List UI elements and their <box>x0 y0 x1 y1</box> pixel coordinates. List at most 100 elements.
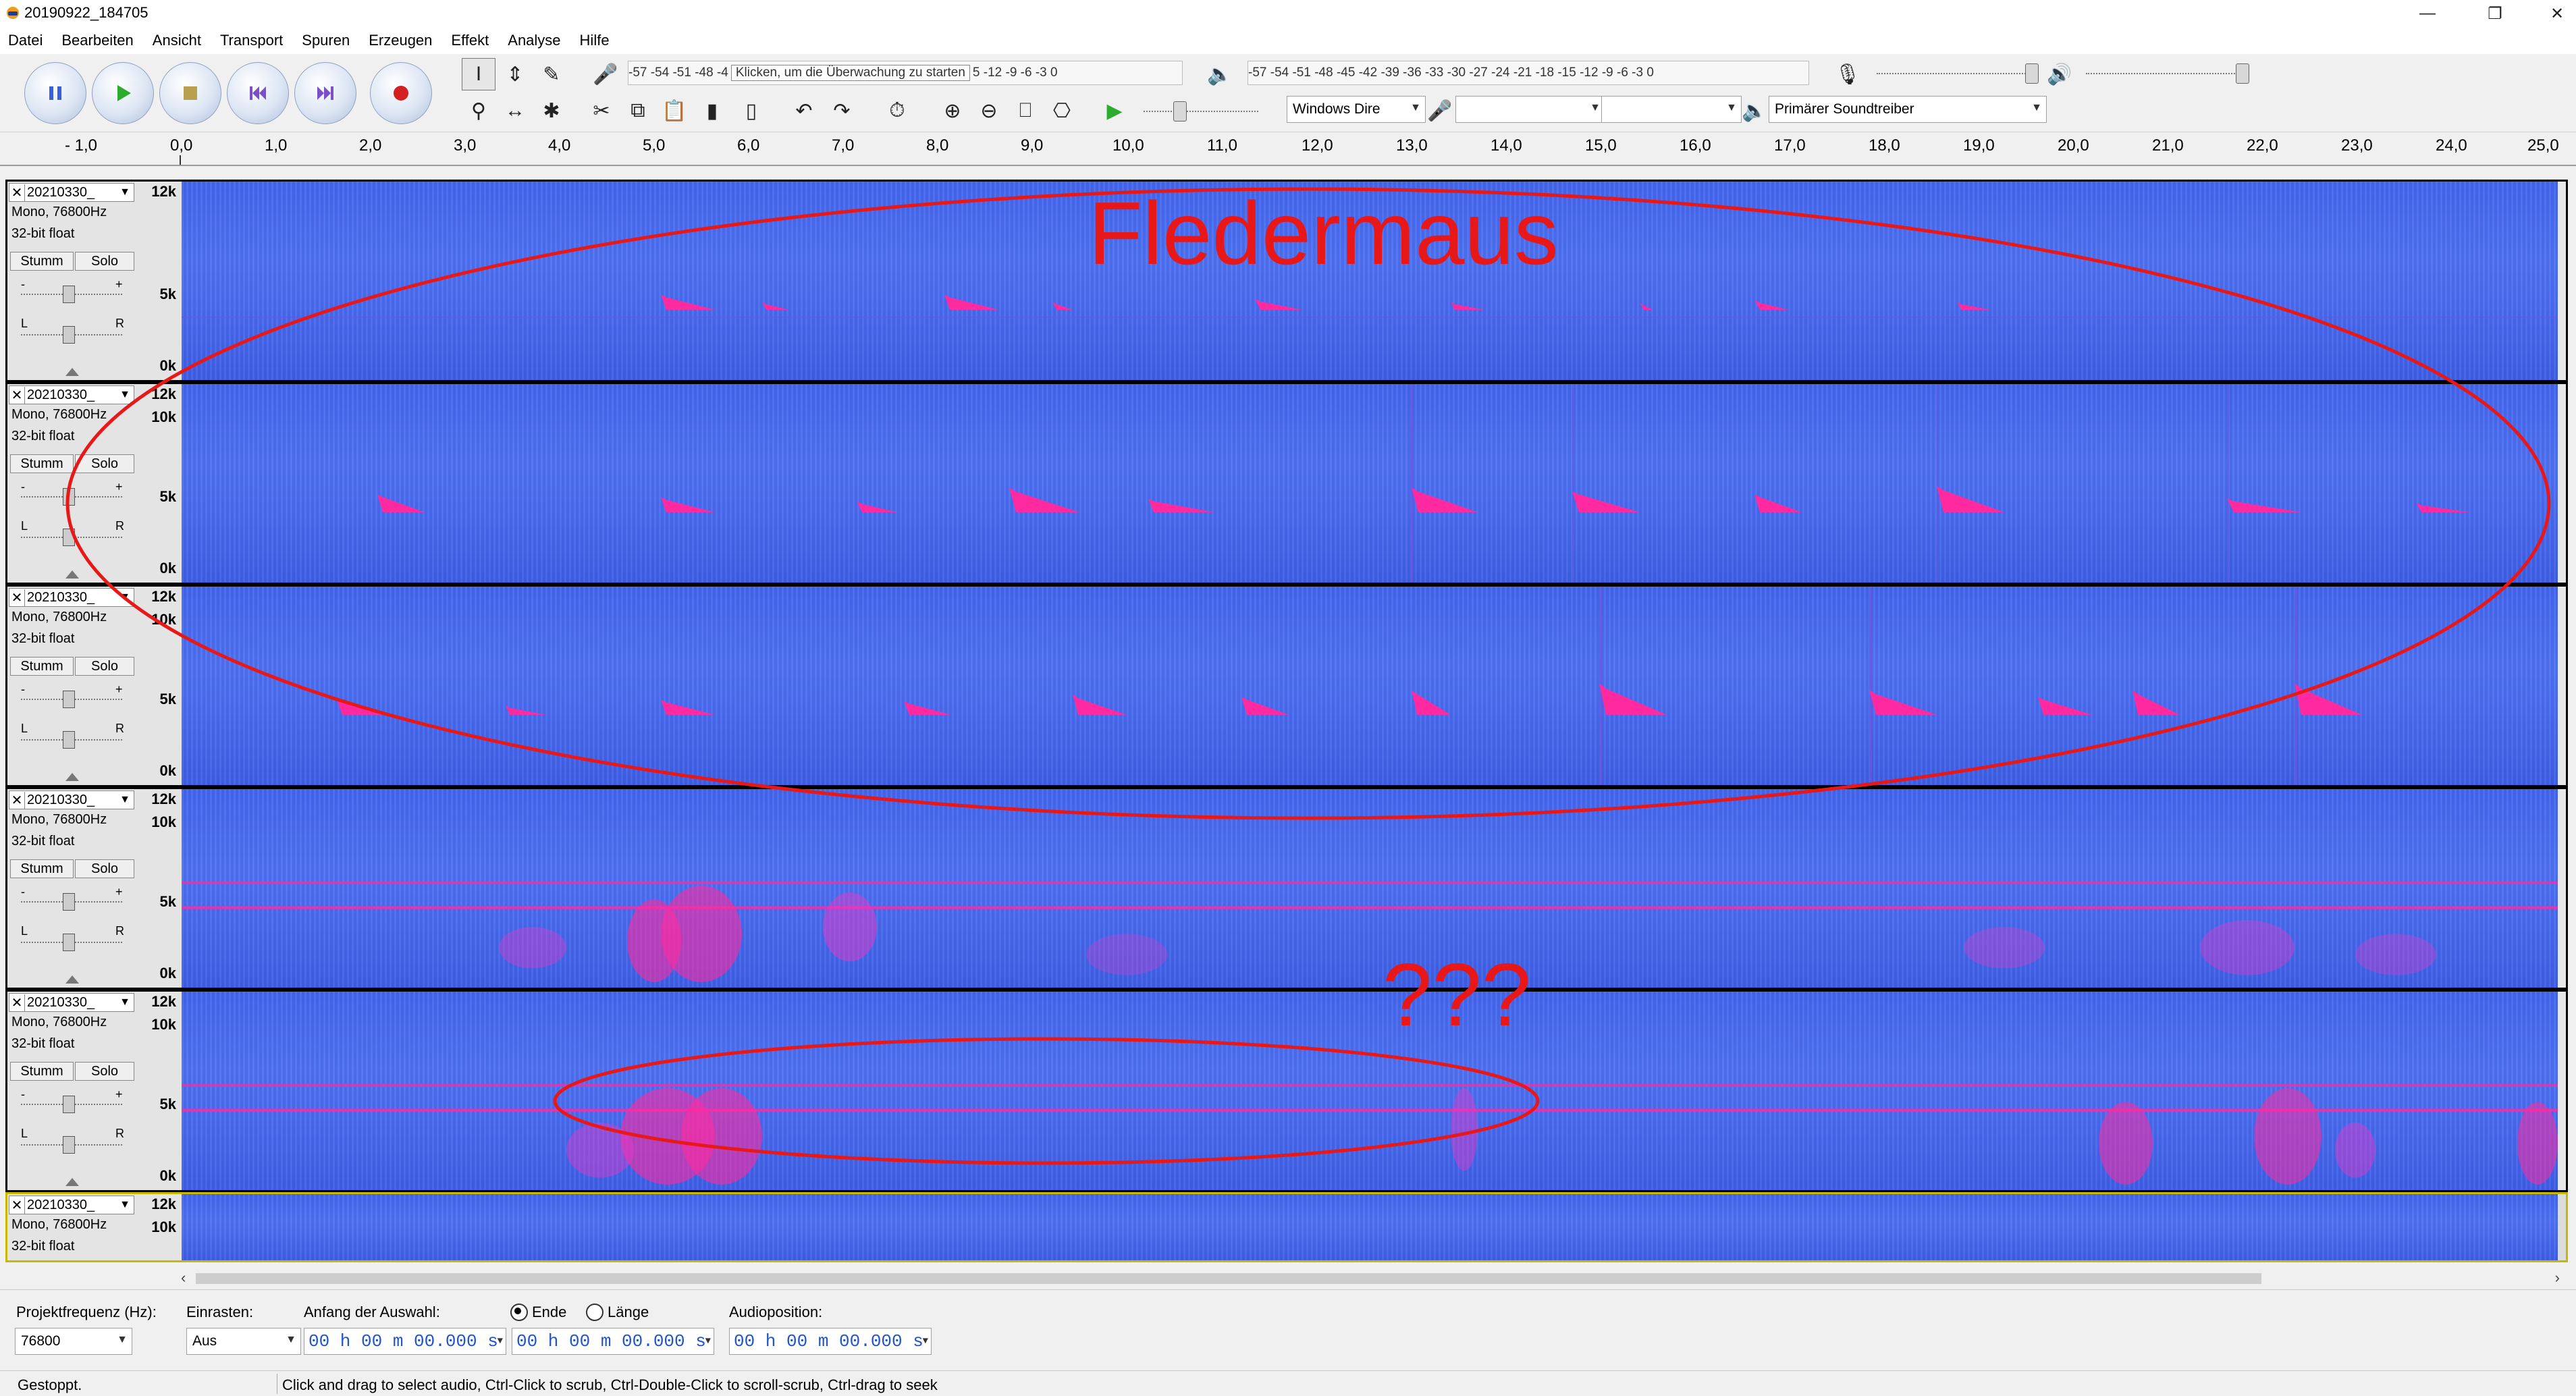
horizontal-scrollbar[interactable]: ‹ › <box>176 1269 2565 1288</box>
menu-bearbeiten[interactable]: Bearbeiten <box>61 32 133 49</box>
chevron-down-icon[interactable]: ▼ <box>116 1199 134 1211</box>
solo-button[interactable]: Solo <box>75 1062 134 1081</box>
selection-tool-icon[interactable]: I <box>462 58 495 90</box>
gain-slider[interactable] <box>21 893 122 911</box>
gain-slider[interactable] <box>21 286 122 303</box>
solo-button[interactable]: Solo <box>75 657 134 676</box>
gain-knob[interactable] <box>63 286 75 303</box>
spectrogram[interactable] <box>182 992 2558 1190</box>
copy-icon[interactable]: ⧉ <box>621 95 655 127</box>
scrollbar-thumb[interactable] <box>196 1273 2261 1284</box>
audio-track-3[interactable]: ✕ 20210330_ ▼ Mono, 76800Hz 32-bit float… <box>5 585 2568 787</box>
envelope-tool-icon[interactable]: ⇕ <box>498 58 532 90</box>
snap-select[interactable]: Aus ▼ <box>186 1328 301 1355</box>
chevron-down-icon[interactable]: ▼ <box>116 591 134 603</box>
zoom-out-icon[interactable]: ⊖ <box>972 95 1006 127</box>
audio-position-time[interactable]: 00 h 00 m 00.000 s ▼ <box>729 1328 932 1355</box>
multi-tool-icon[interactable]: ✱ <box>535 95 568 127</box>
undo-icon[interactable]: ↶ <box>787 95 821 127</box>
pan-knob[interactable] <box>63 529 75 546</box>
spectrogram[interactable] <box>182 587 2558 785</box>
gain-knob[interactable] <box>63 893 75 911</box>
track-name-menu[interactable]: 20210330_ <box>25 387 116 403</box>
pan-slider[interactable] <box>21 731 122 749</box>
track-name-menu[interactable]: 20210330_ <box>25 185 116 200</box>
play-speed-slider[interactable] <box>1144 101 1258 122</box>
pan-slider[interactable] <box>21 934 122 951</box>
track-vertical-scrollbar[interactable] <box>2558 384 2566 583</box>
mute-button[interactable]: Stumm <box>10 859 74 878</box>
pan-knob[interactable] <box>63 934 75 951</box>
menu-analyse[interactable]: Analyse <box>508 32 560 49</box>
gain-slider[interactable] <box>21 691 122 708</box>
skip-start-button[interactable] <box>227 62 289 124</box>
solo-button[interactable]: Solo <box>75 252 134 271</box>
gain-knob[interactable] <box>63 488 75 506</box>
spectrogram[interactable] <box>182 789 2558 988</box>
chevron-down-icon[interactable]: ▼ <box>116 996 134 1009</box>
audio-track-2[interactable]: ✕ 20210330_ ▼ Mono, 76800Hz 32-bit float… <box>5 382 2568 585</box>
close-track-icon[interactable]: ✕ <box>9 184 25 201</box>
project-rate-select[interactable]: 76800 ▼ <box>15 1328 132 1355</box>
monitor-hint[interactable]: Klicken, um die Überwachung zu starten <box>730 65 970 81</box>
playback-meter-icon[interactable]: 🔈 <box>1203 58 1237 90</box>
silence-icon[interactable]: ▯ <box>734 95 768 127</box>
pan-knob[interactable] <box>63 1136 75 1154</box>
pan-slider[interactable] <box>21 529 122 546</box>
playback-meter[interactable]: -57 -54 -51 -48 -45 -42 -39 -36 -33 -30 … <box>1247 61 1809 85</box>
stop-button[interactable] <box>159 62 221 124</box>
chevron-down-icon[interactable]: ▼ <box>116 794 134 806</box>
menu-transport[interactable]: Transport <box>220 32 283 49</box>
end-radio[interactable] <box>510 1304 528 1321</box>
close-track-icon[interactable]: ✕ <box>9 1196 25 1214</box>
playback-volume-knob[interactable] <box>2236 63 2249 84</box>
redo-icon[interactable]: ↷ <box>825 95 859 127</box>
menu-datei[interactable]: Datei <box>8 32 43 49</box>
mute-button[interactable]: Stumm <box>10 657 74 676</box>
timeline-ruler[interactable]: - 1,0 0,0 1,0 2,0 3,0 4,0 5,0 6,0 7,0 8,… <box>0 132 2576 166</box>
collapse-track-icon[interactable] <box>65 570 79 579</box>
menu-effekt[interactable]: Effekt <box>451 32 489 49</box>
record-meter-icon[interactable]: 🎤 <box>589 58 622 90</box>
collapse-track-icon[interactable] <box>65 773 79 781</box>
selection-start-time[interactable]: 00 h 00 m 00.000 s ▼ <box>304 1328 506 1355</box>
close-track-icon[interactable]: ✕ <box>9 791 25 809</box>
draw-tool-icon[interactable]: ✎ <box>535 58 568 90</box>
recording-volume-knob[interactable] <box>2025 63 2039 84</box>
pan-knob[interactable] <box>63 731 75 749</box>
mute-button[interactable]: Stumm <box>10 1062 74 1081</box>
audio-host-select[interactable]: Windows Dire ▼ <box>1287 96 1426 123</box>
gain-knob[interactable] <box>63 1096 75 1113</box>
track-vertical-scrollbar[interactable] <box>2558 789 2566 988</box>
play-at-speed-icon[interactable]: ▶ <box>1098 95 1131 127</box>
track-vertical-scrollbar[interactable] <box>2558 182 2566 380</box>
record-button[interactable] <box>370 62 432 124</box>
zoom-tool-icon[interactable]: ⚲ <box>462 95 495 127</box>
solo-button[interactable]: Solo <box>75 454 134 473</box>
audio-track-6[interactable]: ✕ 20210330_ ▼ Mono, 76800Hz 32-bit float… <box>5 1192 2568 1262</box>
restore-button[interactable]: ❐ <box>2463 0 2527 27</box>
track-name-menu[interactable]: 20210330_ <box>25 793 116 808</box>
play-speed-knob[interactable] <box>1173 101 1187 122</box>
menu-erzeugen[interactable]: Erzeugen <box>369 32 432 49</box>
solo-button[interactable]: Solo <box>75 859 134 878</box>
record-meter[interactable]: -57 -54 -51 -48 -4 Klicken, um die Überw… <box>628 61 1183 85</box>
gain-knob[interactable] <box>63 691 75 708</box>
pan-slider[interactable] <box>21 326 122 344</box>
fit-project-icon[interactable]: ⎔ <box>1045 95 1079 127</box>
playback-volume-slider[interactable] <box>2086 63 2249 84</box>
scroll-right-icon[interactable]: › <box>2555 1269 2560 1287</box>
paste-icon[interactable]: 📋 <box>658 95 691 127</box>
mute-button[interactable]: Stumm <box>10 454 74 473</box>
close-track-icon[interactable]: ✕ <box>9 386 25 404</box>
selection-end-time[interactable]: 00 h 00 m 00.000 s ▼ <box>512 1328 714 1355</box>
gain-slider[interactable] <box>21 488 122 506</box>
zoom-in-icon[interactable]: ⊕ <box>936 95 969 127</box>
track-name-menu[interactable]: 20210330_ <box>25 995 116 1011</box>
close-window-button[interactable]: ✕ <box>2525 0 2576 27</box>
track-vertical-scrollbar[interactable] <box>2558 587 2566 785</box>
menu-hilfe[interactable]: Hilfe <box>580 32 610 49</box>
close-track-icon[interactable]: ✕ <box>9 994 25 1011</box>
sync-lock-icon[interactable]: ⏱ <box>880 95 914 127</box>
chevron-down-icon[interactable]: ▼ <box>116 186 134 198</box>
